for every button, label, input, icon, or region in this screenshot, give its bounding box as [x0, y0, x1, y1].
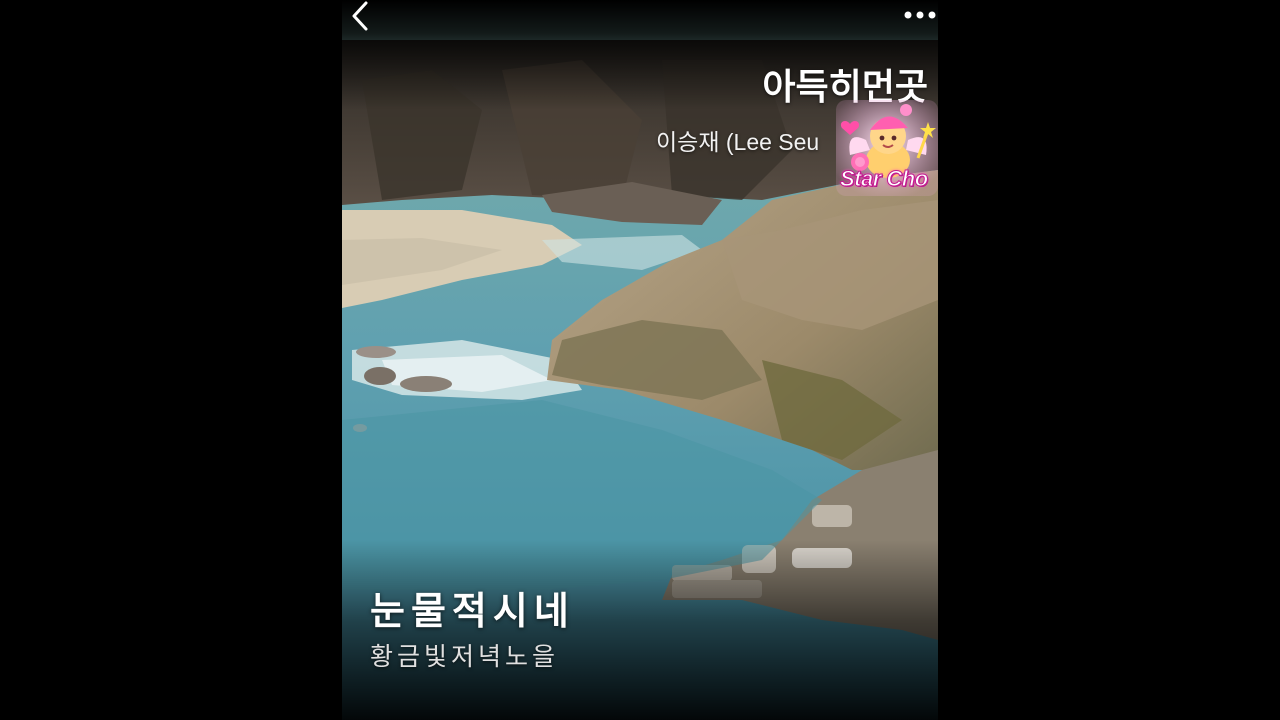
star-chorus-badge[interactable]: Star Cho: [836, 100, 938, 196]
badge-label: Star Cho: [840, 166, 929, 192]
artist-clip: 이승재 (Lee Seu: [650, 124, 836, 160]
more-horizontal-icon: [904, 11, 936, 19]
video-player-screen: 아득히먼곳 이승재 (Lee Seu Star Cho 눈물적시네 황금빛저녁노…: [0, 0, 1280, 720]
lyric-next-line: 황금빛저녁노을: [370, 642, 560, 671]
back-button[interactable]: [346, 0, 376, 32]
artist-name: 이승재 (Lee Seu: [656, 129, 820, 155]
more-options-button[interactable]: [900, 4, 940, 26]
chevron-left-icon: [352, 1, 368, 31]
lyric-current-line: 눈물적시네: [370, 589, 575, 633]
